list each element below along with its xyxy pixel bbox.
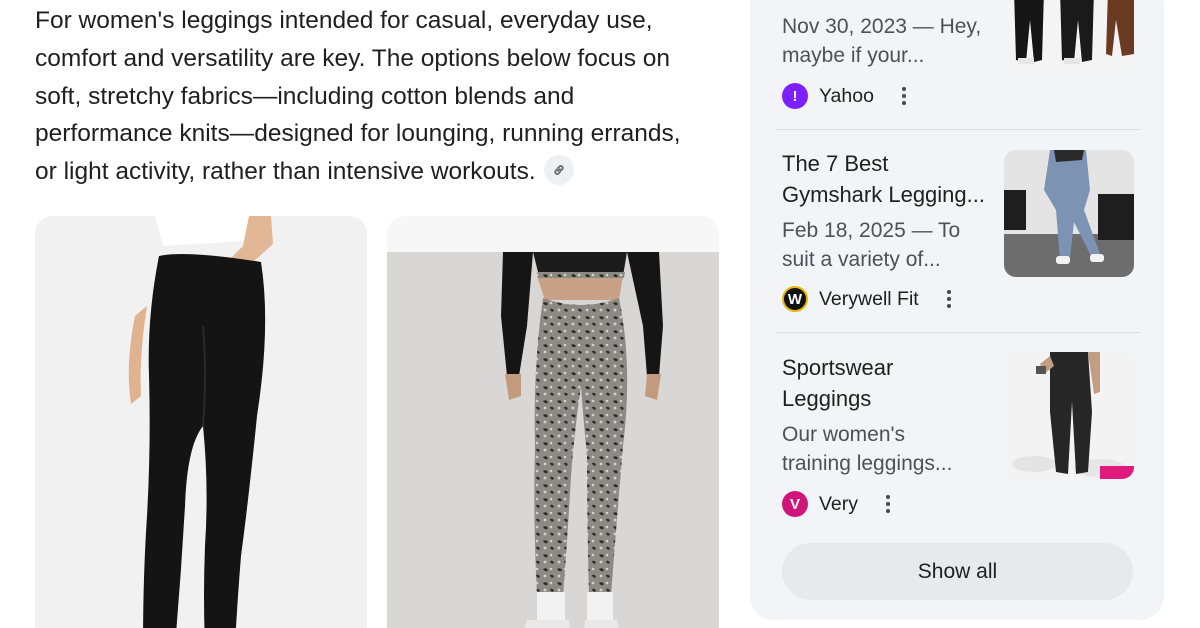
title-line: Leggings bbox=[782, 386, 872, 411]
source-row-verywell-fit[interactable]: W Verywell Fit bbox=[782, 285, 959, 313]
verywell-fit-logo-icon: W bbox=[782, 286, 808, 312]
leggings-thumbnail-image bbox=[1004, 0, 1134, 72]
snippet-line: training leggings... bbox=[782, 452, 953, 475]
leopard-leggings-photo bbox=[387, 252, 719, 628]
more-options-icon[interactable] bbox=[939, 290, 959, 308]
intro-line: performance knits—designed for lounging,… bbox=[35, 120, 681, 148]
title-line: The 7 Best bbox=[782, 151, 889, 176]
link-icon[interactable] bbox=[543, 154, 574, 185]
more-options-icon[interactable] bbox=[894, 87, 914, 105]
black-leggings-photo bbox=[35, 216, 367, 628]
show-all-button[interactable]: Show all bbox=[782, 543, 1133, 600]
source-name: Verywell Fit bbox=[819, 287, 919, 310]
snippet-line: Feb 18, 2025 — To bbox=[782, 219, 961, 242]
result-thumbnail[interactable] bbox=[1004, 150, 1134, 277]
result-snippet: Feb 18, 2025 — To suit a variety of... bbox=[782, 216, 997, 274]
title-line: Gymshark Legging... bbox=[782, 182, 985, 207]
source-row-yahoo[interactable]: ! Yahoo bbox=[782, 82, 914, 110]
more-options-icon[interactable] bbox=[878, 495, 898, 513]
yahoo-logo-icon: ! bbox=[782, 83, 808, 109]
result-thumbnail[interactable] bbox=[1004, 0, 1134, 72]
title-line: Sportswear bbox=[782, 355, 894, 380]
ai-overview-paragraph: For women's leggings intended for casual… bbox=[35, 2, 735, 191]
very-logo-icon: V bbox=[782, 491, 808, 517]
divider bbox=[776, 129, 1140, 130]
snippet-line: suit a variety of... bbox=[782, 248, 941, 271]
divider bbox=[776, 332, 1140, 333]
product-card-black-leggings[interactable] bbox=[35, 216, 367, 628]
snippet-line: Our women's bbox=[782, 423, 906, 446]
source-name: Yahoo bbox=[819, 84, 874, 107]
result-title[interactable]: The 7 Best Gymshark Legging... bbox=[782, 148, 997, 210]
intro-line: or light activity, rather than intensive… bbox=[35, 153, 735, 191]
product-card-leopard-leggings[interactable] bbox=[387, 216, 719, 628]
snippet-line: Nov 30, 2023 — Hey, bbox=[782, 15, 982, 38]
intro-line: soft, stretchy fabrics—including cotton … bbox=[35, 82, 575, 110]
result-snippet: Nov 30, 2023 — Hey, maybe if your... bbox=[782, 12, 997, 70]
result-snippet: Our women's training leggings... bbox=[782, 420, 997, 478]
source-row-very[interactable]: V Very bbox=[782, 490, 898, 518]
snippet-line: maybe if your... bbox=[782, 44, 925, 67]
gymshark-thumbnail-image bbox=[1004, 150, 1134, 277]
intro-line: comfort and versatility are key. The opt… bbox=[35, 44, 671, 72]
source-name: Very bbox=[819, 492, 859, 515]
intro-line-text: or light activity, rather than intensive… bbox=[35, 158, 536, 186]
result-thumbnail[interactable] bbox=[1004, 352, 1134, 479]
sportswear-thumbnail-image bbox=[1004, 352, 1134, 479]
intro-line: For women's leggings intended for casual… bbox=[35, 7, 653, 34]
result-title[interactable]: Sportswear Leggings bbox=[782, 352, 997, 414]
